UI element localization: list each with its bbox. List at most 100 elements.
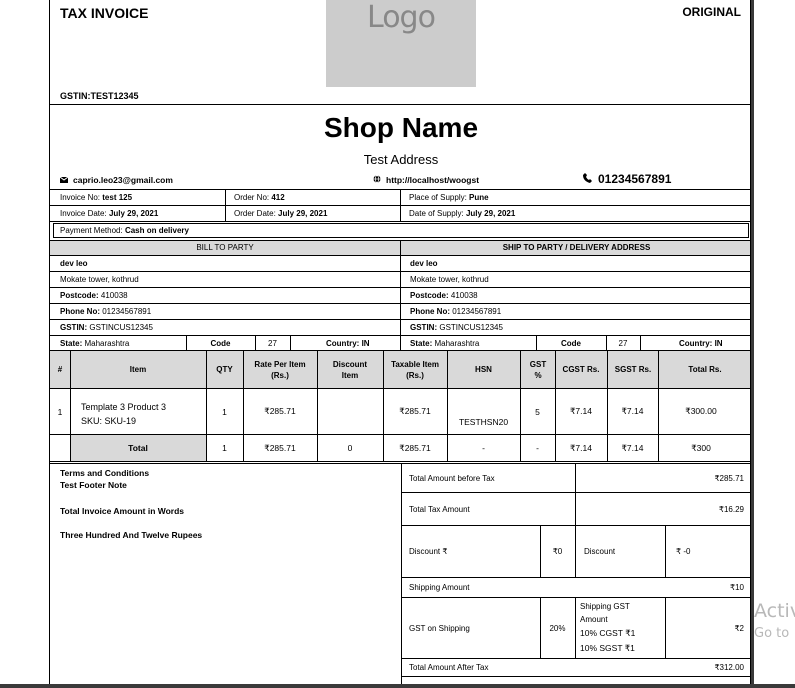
ship-code: 27: [618, 338, 628, 348]
ship-postcode-cell: Postcode: 410038: [406, 288, 478, 303]
ship-name: dev leo: [410, 259, 438, 268]
ship-country-cell: Country: IN: [675, 336, 723, 350]
ship-gstin: GSTINCUS12345: [439, 323, 503, 332]
bill-postcode: 410038: [100, 291, 128, 300]
shop-name: Shop Name: [323, 112, 479, 143]
payment-method: Cash on delivery: [124, 226, 189, 235]
divider: [400, 189, 401, 221]
col-header: QTY: [216, 365, 233, 374]
bill-name: dev leo: [60, 259, 88, 268]
invoice-no-cell: Invoice No: test 125: [56, 190, 132, 205]
total-discount: 0: [347, 443, 353, 453]
ship-gstin-cell: GSTIN: GSTINCUS12345: [406, 320, 503, 335]
discount-value: ₹0: [552, 547, 563, 556]
total-rate: ₹285.71: [264, 442, 296, 453]
activate-windows-watermark-sub: Go to: [754, 626, 790, 641]
discount-label: Discount ₹: [409, 547, 448, 556]
ship-country: IN: [714, 338, 723, 348]
phone-icon: [583, 173, 592, 185]
bill-state-cell: State: Maharashtra: [56, 336, 129, 350]
divider: [401, 525, 750, 526]
shipping-cgst: 10% CGST ₹1: [580, 628, 636, 638]
item-taxable: ₹285.71: [399, 406, 431, 416]
after-tax-label: Total Amount After Tax: [409, 663, 489, 672]
bill-country-cell: Country: IN: [322, 336, 370, 350]
bill-country-label: Country:: [326, 338, 360, 348]
gst-shipping-value: ₹2: [734, 623, 744, 633]
page-edge: [751, 0, 754, 688]
invoice-no: test 125: [102, 193, 133, 202]
website-text: http://localhost/woogst: [386, 175, 480, 185]
item-total: ₹300.00: [685, 406, 717, 416]
col-header: CGST Rs.: [562, 365, 600, 374]
amount-words-label: Total Invoice Amount in Words: [60, 506, 185, 516]
bill-state: Maharashtra: [84, 338, 130, 348]
total-amount: ₹300: [691, 442, 711, 453]
terms-title: Terms and Conditions: [60, 468, 150, 478]
invoice-date-cell: Invoice Date: July 29, 2021: [56, 206, 158, 221]
bill-heading: BILL TO PARTY: [196, 243, 254, 252]
before-tax-value: ₹285.71: [714, 473, 744, 483]
ship-state-label: State:: [410, 338, 433, 348]
gst-shipping-label: GST on Shipping: [409, 623, 470, 633]
bill-code-label: Code: [210, 338, 231, 348]
item-num: 1: [57, 406, 63, 417]
tax-value: ₹16.29: [718, 504, 744, 514]
divider: [50, 104, 750, 105]
amount-words: Three Hundred And Twelve Rupees: [60, 530, 203, 540]
ship-state: Maharashtra: [434, 338, 480, 348]
ship-address: Mokate tower, kothrud: [410, 275, 489, 284]
divider: [225, 189, 226, 221]
divider: [400, 240, 401, 350]
col-header: Item: [129, 365, 147, 374]
before-tax-label: Total Amount before Tax: [409, 473, 495, 483]
divider: [50, 221, 750, 222]
ship-phone-label: Phone No:: [410, 307, 450, 316]
divider: [50, 461, 750, 462]
col-header: Total Rs.: [688, 365, 722, 374]
email-text: caprio.leo23@gmail.com: [73, 175, 173, 185]
shop-address: Test Address: [363, 152, 439, 167]
bill-address: Mokate tower, kothrud: [60, 275, 139, 284]
item-cgst: ₹7.14: [570, 406, 592, 416]
email-row: caprio.leo23@gmail.com: [60, 175, 173, 185]
order-date: July 29, 2021: [278, 209, 328, 218]
col-header: SGST Rs.: [614, 365, 652, 374]
total-taxable: ₹285.71: [399, 442, 431, 453]
footer-note: Test Footer Note: [60, 480, 127, 490]
col-header: Taxable Item (Rs.): [391, 359, 439, 380]
shipping-gst-title: Shipping GST Amount: [580, 602, 630, 624]
payment-cell: Payment Method: Cash on delivery: [56, 223, 189, 238]
shipping-sgst: 10% SGST ₹1: [580, 643, 635, 653]
order-no: 412: [271, 193, 285, 202]
shipping-gst-breakdown: Shipping GST Amount 10% CGST ₹1 10% SGST…: [580, 600, 662, 656]
shipping-value: ₹10: [730, 583, 744, 592]
item-discount: [317, 389, 383, 434]
item-gst: 5: [535, 406, 540, 417]
ship-phone: 01234567891: [452, 307, 502, 316]
bill-country: IN: [361, 338, 370, 348]
seller-gstin: GSTIN:TEST12345: [60, 91, 139, 101]
order-date-cell: Order Date: July 29, 2021: [230, 206, 327, 221]
logo: Logo: [326, 0, 476, 87]
invoice-page: TAX INVOICE ORIGINAL Logo GSTIN:TEST1234…: [49, 0, 751, 688]
col-header: Rate Per Item (Rs.): [254, 359, 306, 380]
supply-date-label: Date of Supply:: [409, 209, 464, 218]
divider: [665, 525, 666, 577]
divider: [575, 597, 576, 658]
item-qty: 1: [222, 406, 227, 417]
divider: [290, 335, 291, 350]
ship-phone-cell: Phone No: 01234567891: [406, 304, 501, 319]
supply-date-cell: Date of Supply: July 29, 2021: [405, 206, 515, 221]
place-cell: Place of Supply: Pune: [405, 190, 489, 205]
divider: [401, 676, 750, 677]
order-no-cell: Order No: 412: [230, 190, 285, 205]
shipping-label: Shipping Amount: [409, 583, 470, 592]
envelope-icon: [60, 177, 68, 183]
col-header: HSN: [475, 365, 492, 374]
tax-label: Total Tax Amount: [409, 504, 470, 514]
total-sgst: ₹7.14: [621, 442, 644, 453]
divider: [401, 463, 402, 688]
bill-code: 27: [268, 338, 277, 348]
bill-gstin: GSTINCUS12345: [89, 323, 153, 332]
